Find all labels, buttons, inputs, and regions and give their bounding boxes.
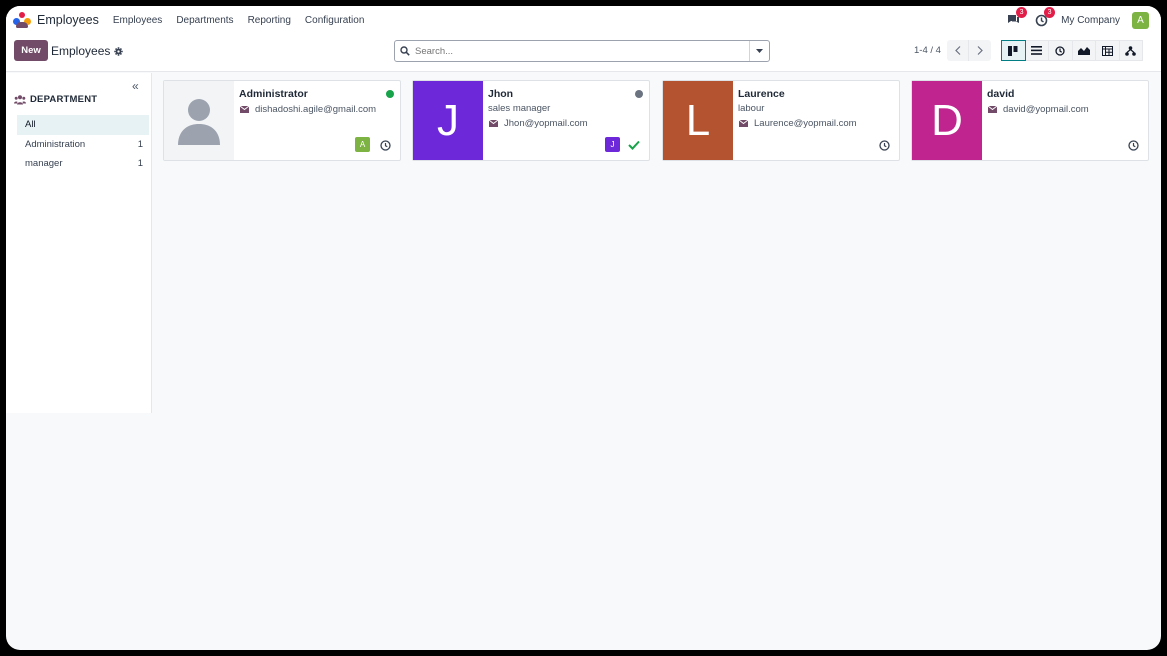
employee-card-administrator[interactable]: Administrator dishadoshi.agile@gmail.com…	[163, 80, 401, 161]
employee-photo: J	[413, 81, 483, 160]
breadcrumb: Employees	[51, 44, 124, 58]
menu-departments[interactable]: Departments	[176, 15, 233, 26]
search-input[interactable]	[415, 45, 749, 57]
clock-icon	[1055, 45, 1065, 56]
control-panel: New Employees 1-4 / 4	[6, 34, 1161, 72]
envelope-icon	[240, 106, 249, 113]
activity-clock-icon[interactable]	[379, 139, 391, 151]
employee-job-title: labour	[738, 103, 765, 114]
user-avatar[interactable]: A	[1132, 11, 1149, 29]
department-item-count: 1	[137, 158, 143, 170]
pager-buttons	[947, 40, 991, 61]
pivot-view-button[interactable]	[1095, 40, 1120, 61]
employee-email-row: Jhon@yopmail.com	[489, 118, 588, 129]
employee-card-jhon[interactable]: J Jhon sales manager Jhon@yopmail.com J	[412, 80, 650, 161]
hierarchy-view-button[interactable]	[1118, 40, 1143, 61]
view-switcher	[1001, 40, 1143, 61]
presence-online-indicator	[386, 90, 394, 98]
chevron-left-icon	[954, 46, 960, 55]
menu-employees[interactable]: Employees	[113, 15, 162, 26]
employee-initial: D	[931, 95, 963, 145]
kanban-icon	[1007, 45, 1018, 56]
envelope-icon	[489, 120, 498, 127]
employee-initial: J	[437, 95, 459, 145]
employee-name: david	[987, 88, 1015, 100]
department-heading-label: DEPARTMENT	[30, 94, 98, 105]
employee-name: Laurence	[738, 88, 785, 100]
graph-view-button[interactable]	[1071, 40, 1096, 61]
related-user-avatar[interactable]: A	[355, 137, 370, 152]
envelope-icon	[739, 120, 748, 127]
presence-away-indicator	[635, 90, 643, 98]
pivot-table-icon	[1101, 45, 1113, 56]
department-heading: DEPARTMENT	[14, 94, 97, 105]
pager-previous-button[interactable]	[947, 40, 969, 61]
area-chart-icon	[1077, 47, 1090, 55]
department-item-manager[interactable]: manager 1	[17, 154, 149, 174]
employee-email: Jhon@yopmail.com	[504, 118, 588, 129]
department-item-label: manager	[25, 158, 63, 170]
search-options-toggle[interactable]	[749, 41, 769, 61]
employee-email: dishadoshi.agile@gmail.com	[255, 104, 377, 115]
page-title: Employees	[51, 44, 111, 58]
employee-photo	[164, 81, 234, 160]
department-item-administration[interactable]: Administration 1	[17, 135, 149, 155]
gear-icon[interactable]	[114, 46, 124, 56]
employee-job-title: sales manager	[488, 103, 551, 114]
search-icon	[395, 46, 415, 56]
new-button[interactable]: New	[14, 40, 48, 61]
employee-email: david@yopmail.com	[1003, 104, 1089, 115]
department-panel: « DEPARTMENT All Administration 1 manage…	[6, 73, 152, 413]
list-icon	[1031, 46, 1043, 55]
top-navbar: Employees Employees Departments Reportin…	[6, 6, 1161, 34]
kanban-view-button[interactable]	[1001, 40, 1026, 61]
messages-badge: 3	[1016, 7, 1028, 18]
related-user-avatar[interactable]: J	[605, 137, 620, 152]
employee-email-row: Laurence@yopmail.com	[739, 118, 857, 129]
company-switcher[interactable]: My Company	[1061, 15, 1120, 26]
pager-next-button[interactable]	[969, 40, 991, 61]
employee-email-row: dishadoshi.agile@gmail.com	[240, 104, 376, 115]
department-item-label: Administration	[25, 138, 86, 150]
app-name[interactable]: Employees	[37, 13, 99, 27]
activities-badge: 3	[1044, 7, 1056, 18]
search-bar	[394, 40, 770, 62]
employee-initial: L	[685, 95, 711, 145]
activity-view-button[interactable]	[1048, 40, 1073, 61]
collapse-panel-icon[interactable]: «	[132, 79, 139, 93]
chevron-right-icon	[977, 46, 983, 55]
employee-name: Administrator	[239, 88, 308, 100]
department-item-label: All	[25, 119, 36, 131]
menu-configuration[interactable]: Configuration	[305, 15, 364, 26]
checkmark-icon[interactable]	[628, 139, 640, 151]
app-window: Employees Employees Departments Reportin…	[6, 6, 1161, 650]
pager-value[interactable]: 1-4 / 4	[914, 45, 941, 56]
activity-clock-icon[interactable]	[878, 139, 890, 151]
employee-card-laurence[interactable]: L Laurence labour Laurence@yopmail.com	[662, 80, 900, 161]
employee-email: Laurence@yopmail.com	[754, 118, 857, 129]
list-view-button[interactable]	[1024, 40, 1049, 61]
employee-photo: D	[912, 81, 982, 160]
employee-card-david[interactable]: D david david@yopmail.com	[911, 80, 1149, 161]
department-list: All Administration 1 manager 1	[17, 115, 149, 174]
activity-clock-icon[interactable]	[1127, 139, 1139, 151]
org-chart-icon	[1125, 45, 1137, 56]
employee-name: Jhon	[488, 88, 514, 100]
employee-photo: L	[663, 81, 733, 160]
department-item-all[interactable]: All	[17, 115, 149, 135]
messages-icon[interactable]: 3	[1005, 7, 1028, 28]
envelope-icon	[988, 106, 997, 113]
department-item-count: 1	[137, 138, 143, 150]
app-logo-icon[interactable]	[13, 12, 31, 28]
menu-reporting[interactable]: Reporting	[248, 15, 291, 26]
default-avatar-icon	[178, 98, 220, 145]
users-icon	[14, 94, 26, 104]
caret-down-icon	[756, 49, 763, 53]
activity-clock-icon[interactable]: 3	[1033, 7, 1056, 28]
employee-email-row: david@yopmail.com	[988, 104, 1089, 115]
